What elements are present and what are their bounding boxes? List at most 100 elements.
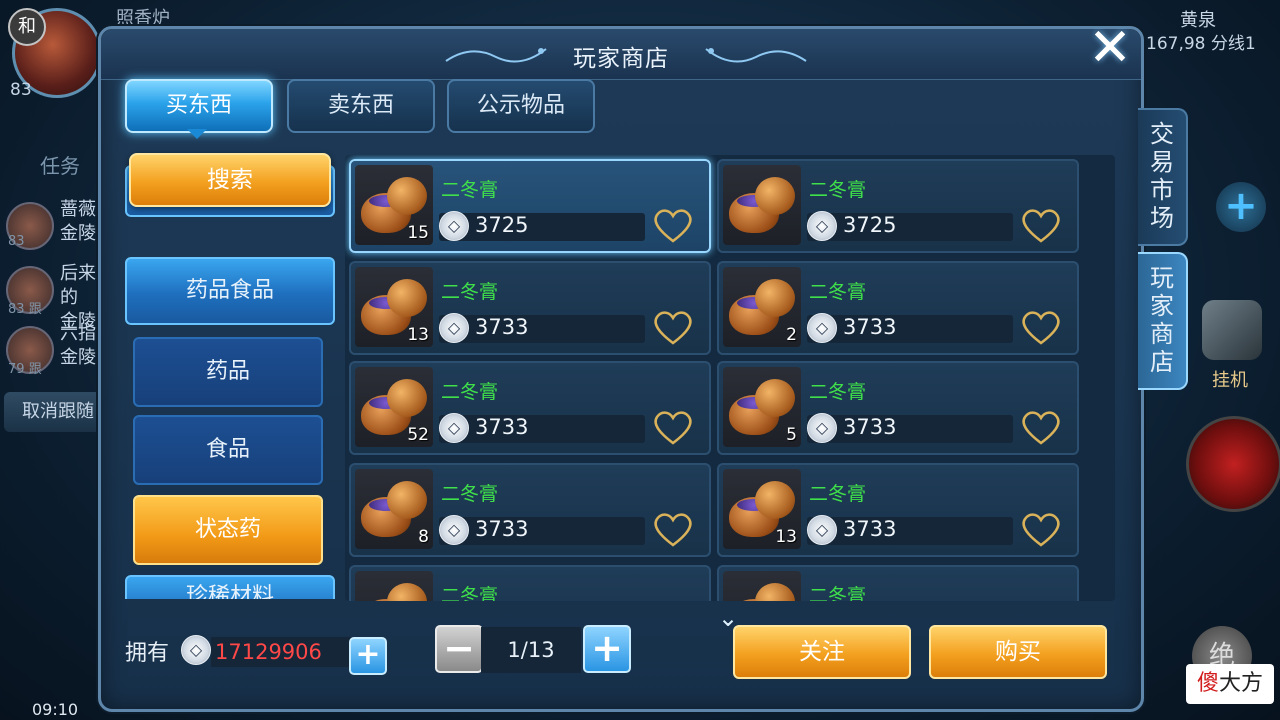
expand-plus-icon[interactable]: +	[1216, 182, 1266, 232]
item-card[interactable]: 二冬膏◇	[717, 565, 1079, 601]
auto-battle-label[interactable]: 挂机	[1212, 366, 1248, 392]
category-list[interactable]: 法宝 药品食品 药品 食品 状态药 珍稀材料	[121, 151, 335, 599]
favorite-heart-icon[interactable]	[651, 307, 695, 347]
cancel-follow-button[interactable]: 取消跟随	[4, 392, 112, 432]
favorite-heart-icon[interactable]	[651, 205, 695, 245]
task-tab[interactable]: 任务	[40, 150, 80, 179]
item-price: 3733	[843, 415, 897, 439]
item-card[interactable]: 15 二冬膏 ◇ 3725	[349, 159, 711, 253]
item-icon	[723, 165, 801, 245]
owned-currency-value: 17129906	[211, 637, 351, 667]
item-icon: 13	[723, 469, 801, 549]
item-icon: 8	[355, 469, 433, 549]
price-bar	[807, 315, 1013, 343]
team-member-level-value: 83	[8, 302, 25, 317]
page-prev-minus-button[interactable]: −	[435, 625, 483, 673]
team-member-level: 83 跟	[8, 298, 42, 317]
coin-icon: ◇	[439, 211, 469, 241]
watermark-text: 大方	[1219, 671, 1264, 696]
item-icon: 2	[723, 267, 801, 347]
item-card[interactable]: 5 二冬膏 ◇ 3733	[717, 361, 1079, 455]
item-name: 二冬膏	[809, 281, 867, 303]
item-card[interactable]: 二冬膏◇	[349, 565, 711, 601]
favorite-heart-icon[interactable]	[1019, 307, 1063, 347]
category-status-potion[interactable]: 状态药	[133, 495, 323, 565]
item-price: 3733	[475, 415, 529, 439]
side-tab-player-shop-label: 玩家商店	[1150, 264, 1174, 376]
item-card[interactable]: 13 二冬膏 ◇ 3733	[349, 261, 711, 355]
item-quantity: 52	[407, 425, 429, 445]
buy-button[interactable]: 购买	[929, 625, 1107, 679]
item-name: 二冬膏	[441, 585, 499, 601]
item-icon	[355, 571, 433, 601]
team-member-level: 79 跟	[8, 358, 42, 377]
price-bar	[439, 315, 645, 343]
tab-sell[interactable]: 卖东西	[287, 79, 435, 133]
close-icon[interactable]: ✕	[1084, 22, 1136, 76]
item-grid[interactable]: 15 二冬膏 ◇ 3725 二冬膏 ◇ 3725 13 二冬膏 ◇ 3733 2 二冬膏 ◇ 3733 52 二…	[345, 155, 1115, 601]
page-next-plus-button[interactable]: +	[583, 625, 631, 673]
item-icon: 5	[723, 367, 801, 447]
side-tab-trade-market-label: 交易市场	[1150, 120, 1174, 232]
category-food[interactable]: 食品	[133, 415, 323, 485]
coin-icon: ◇	[807, 515, 837, 545]
item-quantity: 5	[786, 425, 797, 445]
skill-button[interactable]	[1186, 416, 1280, 512]
title-ornament-right-icon	[705, 48, 807, 63]
item-card[interactable]: 8 二冬膏 ◇ 3733	[349, 463, 711, 557]
pot-lid	[755, 481, 795, 519]
team-member[interactable]: 蔷薇 金陵 83	[6, 198, 110, 254]
coin-icon: ◇	[807, 211, 837, 241]
tab-announced-items[interactable]: 公示物品	[447, 79, 595, 133]
item-card[interactable]: 13 二冬膏 ◇ 3733	[717, 463, 1079, 557]
price-bar	[439, 415, 645, 443]
item-name: 二冬膏	[809, 381, 867, 403]
price-bar	[807, 415, 1013, 443]
coin-icon: ◇	[439, 515, 469, 545]
favorite-heart-icon[interactable]	[651, 509, 695, 549]
team-member[interactable]: 后来的 金陵 83 跟	[6, 262, 110, 332]
auto-battle-icon[interactable]	[1202, 300, 1262, 360]
item-card[interactable]: 2 二冬膏 ◇ 3733	[717, 261, 1079, 355]
item-card[interactable]: 二冬膏 ◇ 3725	[717, 159, 1079, 253]
side-tab-player-shop[interactable]: 玩家商店	[1138, 252, 1188, 390]
item-price: 3733	[475, 315, 529, 339]
tab-buy[interactable]: 买东西	[125, 79, 273, 133]
pot-lid	[755, 379, 795, 417]
watermark-char: 傻	[1196, 671, 1219, 696]
category-medicine-food[interactable]: 药品食品	[125, 257, 335, 325]
title-bar: 玩家商店	[101, 29, 1141, 80]
owned-label: 拥有	[125, 641, 170, 666]
coin-icon: ◇	[181, 635, 211, 665]
pot-lid	[755, 279, 795, 317]
recharge-plus-button[interactable]: +	[349, 637, 387, 675]
coin-icon: ◇	[439, 413, 469, 443]
item-icon: 52	[355, 367, 433, 447]
item-name: 二冬膏	[441, 483, 499, 505]
favorite-heart-icon[interactable]	[1019, 407, 1063, 447]
follow-button[interactable]: 关注	[733, 625, 911, 679]
favorite-heart-icon[interactable]	[1019, 509, 1063, 549]
item-quantity: 13	[407, 325, 429, 345]
team-member-location: 金陵	[60, 223, 96, 244]
team-member-follow-tag: 跟	[28, 302, 42, 317]
team-member[interactable]: 六指 金陵 79 跟	[6, 322, 110, 378]
item-quantity: 15	[407, 223, 429, 243]
pot-lid	[755, 177, 795, 215]
favorite-heart-icon[interactable]	[1019, 205, 1063, 245]
item-icon: 13	[355, 267, 433, 347]
item-price: 3725	[843, 213, 897, 237]
team-member-name: 六指	[60, 323, 96, 344]
team-member-level: 83	[8, 234, 25, 249]
category-medicine[interactable]: 药品	[133, 337, 323, 407]
price-bar	[807, 213, 1013, 241]
page-indicator: 1/13	[481, 627, 581, 673]
favorite-heart-icon[interactable]	[651, 407, 695, 447]
search-button[interactable]: 搜索	[129, 153, 331, 207]
item-card[interactable]: 52 二冬膏 ◇ 3733	[349, 361, 711, 455]
player-shop-panel: 玩家商店 买东西 卖东西 公示物品 法宝 药品食品 药品 食品 状态药 珍稀材料…	[98, 26, 1144, 712]
team-member-name: 蔷薇	[60, 199, 96, 220]
item-quantity: 2	[786, 325, 797, 345]
category-rare-materials[interactable]: 珍稀材料	[125, 575, 335, 599]
side-tab-trade-market[interactable]: 交易市场	[1138, 108, 1188, 246]
